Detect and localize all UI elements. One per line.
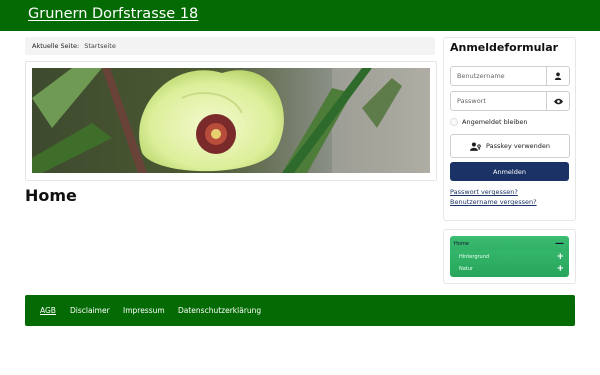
username-field — [450, 66, 570, 86]
plus-icon[interactable]: + — [556, 263, 564, 276]
passkey-label: Passkey verwenden — [485, 142, 551, 150]
breadcrumb-current: Startseite — [84, 42, 116, 50]
minus-icon[interactable]: — — [555, 238, 564, 251]
hero-image — [32, 68, 430, 173]
passkey-button[interactable]: Passkey verwenden — [450, 134, 570, 158]
page-title: Home — [25, 186, 77, 205]
breadcrumb-label: Aktuelle Seite: — [32, 42, 80, 50]
password-field — [450, 91, 570, 111]
navigation-menu: Home — Hintergrund + Natur + — [443, 229, 576, 284]
username-input[interactable] — [451, 67, 551, 85]
hero-panel — [25, 61, 437, 181]
menu-item-label: Natur — [459, 266, 473, 272]
eye-icon[interactable] — [546, 92, 569, 110]
menu-item-home[interactable]: Home — — [450, 238, 569, 251]
footer-link-agb[interactable]: AGB — [40, 306, 56, 315]
user-key-icon — [469, 141, 481, 151]
menu-item-label: Home — [454, 241, 469, 247]
menu-item-natur[interactable]: Natur + — [450, 263, 569, 276]
footer-link-impressum[interactable]: Impressum — [123, 306, 165, 315]
breadcrumb: Aktuelle Seite: Startseite — [25, 37, 435, 55]
remember-me[interactable]: Angemeldet bleiben — [450, 118, 528, 126]
login-form: Anmeldeformular Angemeldet bleiben Passk… — [443, 37, 576, 221]
footer-nav: AGB Disclaimer Impressum Datenschutzerkl… — [25, 295, 575, 326]
remember-checkbox[interactable] — [450, 118, 458, 126]
remember-label: Angemeldet bleiben — [462, 118, 528, 126]
footer-link-datenschutz[interactable]: Datenschutzerklärung — [178, 306, 261, 315]
login-title: Anmeldeformular — [450, 41, 559, 54]
footer-link-disclaimer[interactable]: Disclaimer — [70, 306, 110, 315]
password-input[interactable] — [451, 92, 551, 110]
site-title-link[interactable]: Grunern Dorfstrasse 18 — [28, 6, 198, 22]
header-bar: Grunern Dorfstrasse 18 — [0, 0, 600, 31]
user-icon — [546, 67, 569, 85]
forgot-password-link[interactable]: Passwort vergessen? — [450, 188, 518, 196]
login-submit-button[interactable]: Anmelden — [450, 162, 569, 181]
forgot-username-link[interactable]: Benutzername vergessen? — [450, 198, 537, 206]
